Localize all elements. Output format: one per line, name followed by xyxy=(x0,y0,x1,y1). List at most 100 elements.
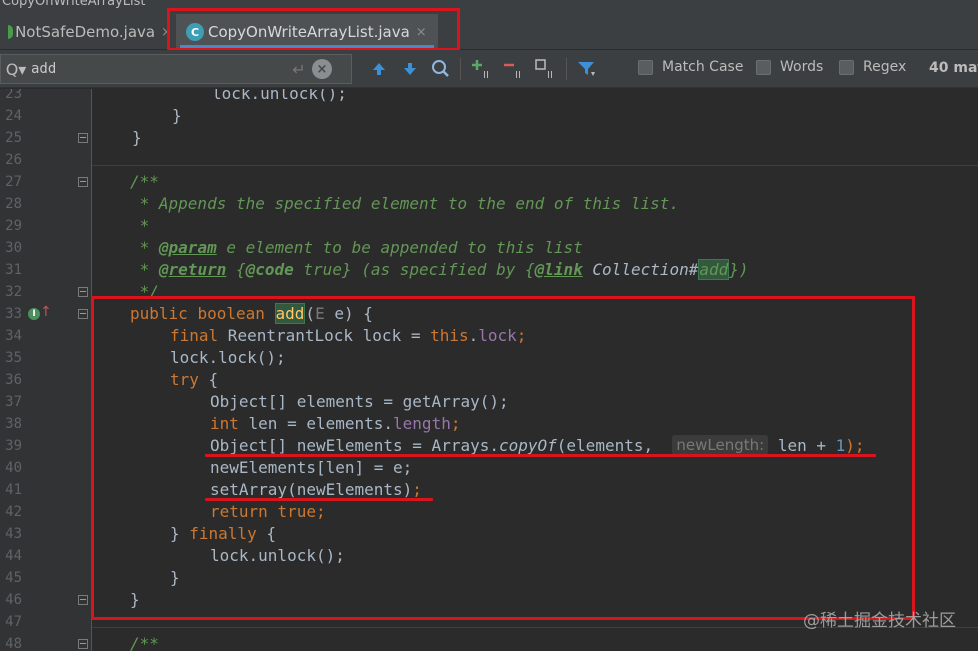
code-text: } xyxy=(170,568,180,587)
code-line-32: */ xyxy=(130,281,159,303)
find-all-icon[interactable] xyxy=(430,58,452,80)
keyword: boolean xyxy=(197,304,265,323)
close-icon[interactable]: × xyxy=(161,25,172,40)
code-text: } xyxy=(130,590,140,609)
line-number: 37 xyxy=(5,394,22,410)
keyword: public xyxy=(130,304,188,323)
code-text: ReentrantLock lock = xyxy=(218,326,431,345)
watermark: @稀土掘金技术社区 xyxy=(803,611,956,631)
code-line-34: final ReentrantLock lock = this.lock; xyxy=(170,326,527,345)
comment-text: { xyxy=(226,260,246,279)
search-icon[interactable]: Q▾ xyxy=(1,60,31,79)
comment-text: }) xyxy=(729,260,749,279)
keyword: this xyxy=(430,326,469,345)
code-text: (elements, xyxy=(556,436,663,455)
line-number: 26 xyxy=(5,152,22,168)
checkbox-box[interactable] xyxy=(638,59,653,75)
code-text: lock.lock(); xyxy=(170,348,286,367)
arrow-down-icon[interactable] xyxy=(399,58,421,80)
code-text: } xyxy=(170,524,190,543)
code-area[interactable]: lock.unlock(); } } /** * Appends the spe… xyxy=(92,89,865,651)
code-text: ); xyxy=(845,436,865,455)
comment-text: * Appends the specified element to the e… xyxy=(130,194,680,213)
line-number: 45 xyxy=(5,570,22,586)
match-count: 40 mat xyxy=(929,60,978,76)
checkbox-box[interactable] xyxy=(839,59,854,75)
keyword: return xyxy=(210,502,268,521)
code-text: } xyxy=(172,106,182,125)
words-label: Words xyxy=(780,59,824,75)
code-line-33: public boolean add(E e) { xyxy=(130,303,373,324)
code-text: setArray(newElements) xyxy=(210,480,413,499)
override-arrow-icon[interactable]: ↑ xyxy=(40,304,52,320)
line-number: 23 xyxy=(5,89,22,102)
line-number: 35 xyxy=(5,350,22,366)
tab-notsafedemo[interactable]: NotSafeDemo.java × xyxy=(0,14,172,50)
close-icon[interactable]: × xyxy=(416,25,427,40)
line-number: 28 xyxy=(5,196,22,212)
java-file-icon xyxy=(8,25,14,39)
editor-tab-bar: NotSafeDemo.java × C CopyOnWriteArrayLis… xyxy=(0,14,978,50)
code-line-30: * @param e element to be appended to thi… xyxy=(130,237,583,259)
search-input[interactable] xyxy=(31,57,286,81)
fold-marker-icon[interactable] xyxy=(78,595,88,605)
line-number: 46 xyxy=(5,592,22,608)
code-line-36: try { xyxy=(170,369,218,391)
add-occurrence-icon[interactable]: II xyxy=(471,58,493,80)
fold-marker-icon[interactable] xyxy=(78,177,88,187)
line-number: 34 xyxy=(5,328,22,344)
match-case-checkbox[interactable]: Match Case xyxy=(638,59,743,75)
select-all-occurrences-icon[interactable]: II xyxy=(535,58,557,80)
code-editor[interactable]: 23 24 25 26 27 28 29 30 31 32 33 34 35 3… xyxy=(0,89,978,651)
javadoc-tag: @return xyxy=(158,260,227,279)
line-number: 30 xyxy=(5,240,22,256)
code-line-25: } xyxy=(132,127,142,149)
remove-occurrence-icon[interactable]: II xyxy=(503,58,525,80)
code-text: e) { xyxy=(324,304,373,323)
match-case-label: Match Case xyxy=(662,59,744,75)
regex-checkbox[interactable]: Regex xyxy=(839,59,906,75)
comment-text: */ xyxy=(130,282,159,301)
words-checkbox[interactable]: Words xyxy=(756,59,823,75)
arrow-up-icon[interactable] xyxy=(368,58,390,80)
code-text: { xyxy=(198,370,219,389)
implements-method-icon[interactable]: I xyxy=(28,308,40,320)
fold-marker-icon[interactable] xyxy=(78,309,88,319)
toolbar-separator xyxy=(566,58,567,80)
line-number: 41 xyxy=(5,482,22,498)
method-name-highlight: add xyxy=(274,303,306,324)
keyword: final xyxy=(170,326,219,345)
toolbar-separator xyxy=(460,58,461,80)
line-number: 33 xyxy=(5,306,22,322)
code-line-38: int len = elements.length; xyxy=(210,414,461,433)
code-line-42: return true; xyxy=(210,502,326,521)
line-number: 27 xyxy=(5,174,22,190)
fold-marker-icon[interactable] xyxy=(78,639,88,649)
method-separator xyxy=(92,165,978,166)
line-number: 29 xyxy=(5,218,22,234)
line-number: 40 xyxy=(5,460,22,476)
tab-label: NotSafeDemo.java xyxy=(15,23,156,41)
code-text: newElements[len] = e; xyxy=(210,458,413,477)
fold-marker-icon[interactable] xyxy=(78,133,88,143)
clear-search-icon[interactable]: × xyxy=(312,59,332,79)
code-text: Object[] newElements = Arrays. xyxy=(210,436,499,455)
line-number: 36 xyxy=(5,372,22,388)
comment-text: /** xyxy=(130,634,159,651)
keyword: finally xyxy=(189,524,257,543)
code-text: lock.unlock(); xyxy=(212,89,347,103)
filter-icon[interactable] xyxy=(576,58,598,80)
line-number: 48 xyxy=(5,636,22,651)
tab-label: CopyOnWriteArrayList.java xyxy=(208,23,410,41)
static-method-name: copyOf xyxy=(498,436,557,455)
tab-copyonwritearraylist[interactable]: C CopyOnWriteArrayList.java × xyxy=(176,14,438,50)
code-text: lock.unlock(); xyxy=(210,546,345,565)
fold-marker-icon[interactable] xyxy=(78,287,88,297)
code-line-48: /** xyxy=(130,633,159,651)
code-line-31: * @return {@code true} (as specified by … xyxy=(130,259,749,281)
type-param: E xyxy=(315,304,325,323)
enter-icon[interactable]: ↵ xyxy=(286,60,312,79)
code-line-46: } xyxy=(130,589,140,611)
checkbox-box[interactable] xyxy=(756,59,771,75)
code-line-27: /** xyxy=(130,171,159,193)
